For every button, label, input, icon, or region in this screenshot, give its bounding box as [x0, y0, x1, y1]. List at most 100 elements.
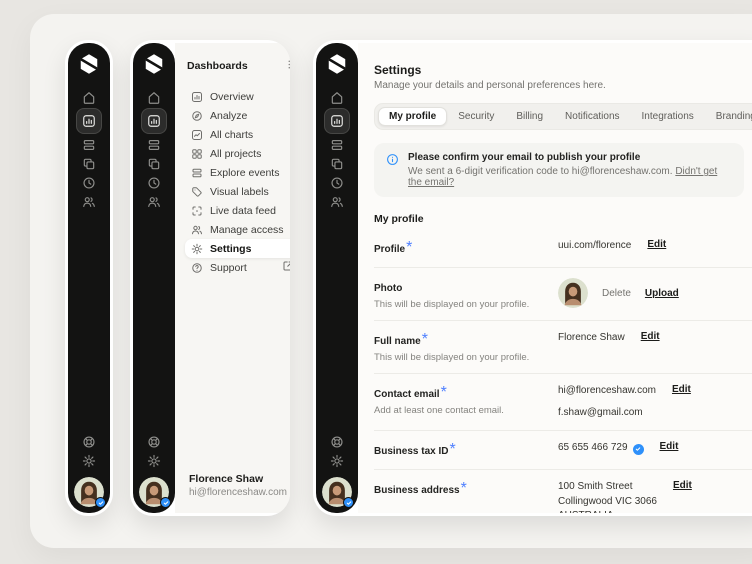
address-line-3: AUSTRALIA [558, 509, 657, 513]
banner-title: Please confirm your email to publish you… [408, 152, 732, 163]
menu-item-live-data-feed[interactable]: Live data feed [185, 201, 290, 220]
clock-icon[interactable] [325, 173, 349, 192]
rows-icon[interactable] [142, 135, 166, 154]
life-buoy-icon[interactable] [77, 432, 101, 451]
edit-tax-id-link[interactable]: Edit [660, 441, 679, 452]
menu-item-manage-access[interactable]: Manage access [185, 220, 290, 239]
delete-photo-link[interactable]: Delete [602, 288, 631, 299]
tab-my-profile[interactable]: My profile [378, 107, 447, 126]
rows-icon[interactable] [77, 135, 101, 154]
profile-url-value: uui.com/florence [558, 239, 631, 254]
contact-email-secondary: f.shaw@gmail.com [558, 406, 656, 421]
required-asterisk: * [406, 239, 412, 256]
verified-badge-icon [343, 497, 354, 508]
menu-item-label: Overview [210, 91, 254, 103]
help-circle-icon [191, 262, 203, 274]
tab-security[interactable]: Security [447, 107, 505, 126]
grid-dots-icon[interactable] [287, 57, 290, 75]
banner-body: We sent a 6-digit verification code to h… [408, 166, 732, 188]
verified-badge-icon [160, 497, 171, 508]
tag-icon [191, 186, 203, 198]
address-line-2: Collingwood VIC 3066 [558, 495, 657, 510]
copy-icon[interactable] [77, 154, 101, 173]
line-chart-square-icon [191, 129, 203, 141]
clock-icon[interactable] [77, 173, 101, 192]
menu-item-label: Settings [210, 243, 251, 255]
required-asterisk: * [461, 480, 467, 497]
icon-rail [133, 43, 175, 513]
compass-icon [191, 110, 203, 122]
tab-notifications[interactable]: Notifications [554, 107, 630, 126]
edit-email-link[interactable]: Edit [672, 384, 691, 395]
row-profile: Profile* uui.com/florenceEdit [374, 229, 752, 267]
required-asterisk: * [441, 384, 447, 401]
verified-badge-icon [95, 497, 106, 508]
users-icon[interactable] [77, 192, 101, 211]
row-description: This will be displayed on your profile. [374, 352, 548, 363]
user-email: hi@florenceshaw.com [189, 486, 287, 499]
clock-icon[interactable] [142, 173, 166, 192]
gear-icon[interactable] [77, 451, 101, 470]
menu-item-explore-events[interactable]: Explore events [185, 163, 290, 182]
info-circle-icon [386, 153, 399, 166]
menu-item-settings[interactable]: Settings [185, 239, 290, 258]
untitled-ui-logo [142, 52, 166, 76]
avatar[interactable] [74, 477, 104, 507]
scan-icon [191, 205, 203, 217]
bar-chart-square-icon[interactable] [77, 109, 101, 133]
bar-chart-square-icon[interactable] [142, 109, 166, 133]
avatar[interactable] [322, 477, 352, 507]
gear-icon[interactable] [325, 451, 349, 470]
life-buoy-icon[interactable] [325, 432, 349, 451]
row-business-tax-id: Business tax ID* 65 655 466 729 Edit [374, 430, 752, 469]
untitled-ui-logo [325, 52, 349, 76]
edit-address-link[interactable]: Edit [673, 480, 692, 491]
tab-billing[interactable]: Billing [505, 107, 554, 126]
rows-icon [191, 167, 203, 179]
copy-icon[interactable] [142, 154, 166, 173]
menu-item-visual-labels[interactable]: Visual labels [185, 182, 290, 201]
row-label: Full name [374, 336, 421, 347]
tab-integrations[interactable]: Integrations [631, 107, 705, 126]
menu-item-label: Support [210, 262, 247, 274]
user-footer: Florence Shaw hi@florenceshaw.com [185, 472, 290, 503]
required-asterisk: * [449, 441, 455, 458]
menu-item-label: All projects [210, 148, 261, 160]
icon-rail [316, 43, 358, 513]
home-icon[interactable] [325, 88, 349, 107]
required-asterisk: * [422, 331, 428, 348]
rows-icon[interactable] [325, 135, 349, 154]
gear-icon[interactable] [142, 451, 166, 470]
menu-list: Overview Analyze All charts All projects… [185, 87, 290, 277]
home-icon[interactable] [77, 88, 101, 107]
menu-item-all-charts[interactable]: All charts [185, 125, 290, 144]
row-contact-email: Contact email*Add at least one contact e… [374, 373, 752, 430]
users-icon[interactable] [142, 192, 166, 211]
home-icon[interactable] [142, 88, 166, 107]
menu-title: Dashboards [187, 60, 248, 72]
untitled-ui-logo [77, 52, 101, 76]
icon-rail [68, 43, 110, 513]
menu-item-overview[interactable]: Overview [185, 87, 290, 106]
menu-item-support[interactable]: Support [185, 258, 290, 277]
dots-vertical-icon[interactable] [287, 473, 290, 491]
page-subtitle: Manage your details and personal prefere… [374, 80, 752, 91]
verified-check-icon [633, 444, 644, 455]
row-label: Business address [374, 485, 460, 496]
upload-photo-link[interactable]: Upload [645, 288, 679, 299]
menu-item-all-projects[interactable]: All projects [185, 144, 290, 163]
avatar[interactable] [139, 477, 169, 507]
menu-item-analyze[interactable]: Analyze [185, 106, 290, 125]
tab-branding[interactable]: Branding [705, 107, 752, 126]
copy-icon[interactable] [325, 154, 349, 173]
settings-tabs: My profile Security Billing Notification… [374, 103, 752, 130]
menu-item-label: Manage access [210, 224, 284, 236]
users-icon[interactable] [325, 192, 349, 211]
life-buoy-icon[interactable] [142, 432, 166, 451]
address-line-1: 100 Smith Street [558, 480, 657, 495]
bar-chart-square-icon[interactable] [325, 109, 349, 133]
edit-profile-link[interactable]: Edit [647, 239, 666, 250]
edit-name-link[interactable]: Edit [641, 331, 660, 342]
external-link-icon [282, 260, 290, 275]
sidebar-expanded: Dashboards Overview Analyze All charts A… [130, 40, 290, 516]
